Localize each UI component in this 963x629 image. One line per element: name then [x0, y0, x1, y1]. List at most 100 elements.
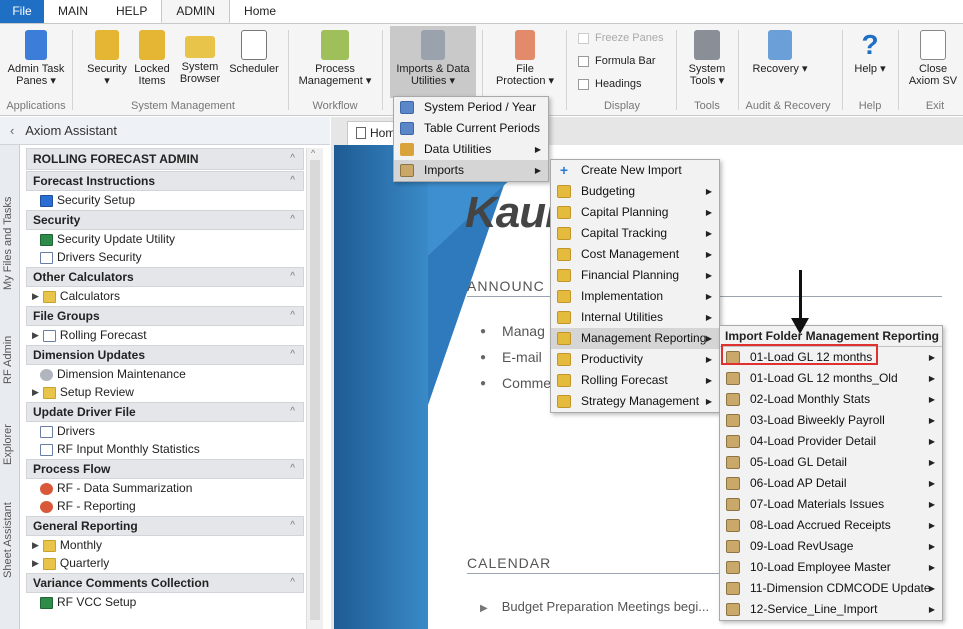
collapse-icon[interactable]: ^	[290, 172, 295, 190]
scheduler-button[interactable]: Scheduler	[226, 30, 282, 75]
tab-main[interactable]: MAIN	[44, 0, 102, 23]
collapse-icon[interactable]: ^	[290, 517, 295, 535]
menu-item-strategy-management[interactable]: Strategy Management ▶	[551, 391, 719, 412]
admin-task-panes-button[interactable]: Admin Task Panes ▾	[4, 30, 68, 87]
section-security[interactable]: Security ^	[26, 210, 304, 230]
expand-triangle-icon[interactable]: ▶	[32, 288, 39, 305]
scrollbar-thumb[interactable]	[310, 160, 320, 620]
security-button[interactable]: Security ▾	[84, 30, 130, 87]
menu-item-system-period[interactable]: System Period / Year	[394, 97, 548, 118]
collapse-icon[interactable]: ^	[290, 460, 295, 478]
collapse-icon[interactable]: ^	[290, 403, 295, 421]
collapse-icon[interactable]: ^	[290, 346, 295, 364]
tree-item-security-setup[interactable]: Security Setup	[26, 192, 304, 209]
grid-icon	[40, 443, 53, 456]
collapse-icon[interactable]: ^	[290, 268, 295, 286]
file-protection-button[interactable]: File Protection ▾	[492, 30, 558, 87]
menu-item-import[interactable]: 07-Load Materials Issues ▶	[720, 494, 942, 515]
calendar-item: Budget Preparation Meetings begi...	[480, 599, 709, 614]
expand-triangle-icon[interactable]: ▶	[32, 384, 39, 401]
tree-item-drivers[interactable]: Drivers	[26, 423, 304, 440]
expand-triangle-icon[interactable]: ▶	[32, 327, 39, 344]
assistant-scrollbar[interactable]: ^	[306, 148, 323, 629]
recovery-button[interactable]: Recovery ▾	[744, 30, 816, 75]
scroll-up-icon[interactable]: ^	[311, 148, 315, 158]
process-management-button[interactable]: Process Management ▾	[296, 30, 374, 87]
locked-items-button[interactable]: Locked Items	[132, 30, 172, 87]
section-process-flow[interactable]: Process Flow ^	[26, 459, 304, 479]
tree-item-monthly[interactable]: ▶ Monthly	[26, 537, 304, 554]
menu-item-import[interactable]: 02-Load Monthly Stats ▶	[720, 389, 942, 410]
menu-item-cost-management[interactable]: Cost Management ▶	[551, 244, 719, 265]
side-tab-rf-admin[interactable]: RF Admin	[2, 325, 18, 395]
section-general-reporting[interactable]: General Reporting ^	[26, 516, 304, 536]
headings-checkbox[interactable]: Headings	[578, 78, 641, 90]
tree-item-rf-data-summarization[interactable]: RF - Data Summarization	[26, 480, 304, 497]
collapse-icon[interactable]: ^	[290, 574, 295, 592]
divider	[288, 30, 289, 110]
menu-item-import[interactable]: 10-Load Employee Master ▶	[720, 557, 942, 578]
menu-item-implementation[interactable]: Implementation ▶	[551, 286, 719, 307]
menu-item-import[interactable]: 09-Load RevUsage ▶	[720, 536, 942, 557]
tree-item-drivers-security[interactable]: Drivers Security	[26, 249, 304, 266]
tab-home[interactable]: Home	[230, 0, 290, 23]
tab-file[interactable]: File	[0, 0, 44, 23]
tree-item-rolling-forecast[interactable]: ▶ Rolling Forecast	[26, 327, 304, 344]
menu-item-data-utilities[interactable]: Data Utilities ▶	[394, 139, 548, 160]
side-tab-sheet-assistant[interactable]: Sheet Assistant	[2, 490, 18, 590]
expand-triangle-icon[interactable]: ▶	[32, 537, 39, 554]
section-rolling-forecast-admin[interactable]: ROLLING FORECAST ADMIN ^	[26, 148, 304, 170]
menu-item-productivity[interactable]: Productivity ▶	[551, 349, 719, 370]
close-axiom-button[interactable]: Close Axiom SV	[904, 30, 962, 87]
system-browser-button[interactable]: System Browser	[176, 30, 224, 85]
menu-item-management-reporting[interactable]: Management Reporting ▶	[551, 328, 719, 349]
menu-item-import[interactable]: 11-Dimension CDMCODE Update ▶	[720, 578, 942, 599]
side-tab-explorer[interactable]: Explorer	[2, 415, 18, 475]
collapse-chevron-icon[interactable]: ‹	[10, 123, 14, 138]
menu-item-import[interactable]: 01-Load GL 12 months_Old ▶	[720, 368, 942, 389]
freeze-panes-checkbox[interactable]: Freeze Panes	[578, 32, 663, 44]
menu-item-financial-planning[interactable]: Financial Planning ▶	[551, 265, 719, 286]
menu-item-capital-planning[interactable]: Capital Planning ▶	[551, 202, 719, 223]
section-dimension-updates[interactable]: Dimension Updates ^	[26, 345, 304, 365]
tree-item-dimension-maintenance[interactable]: Dimension Maintenance	[26, 366, 304, 383]
menu-item-rolling-forecast[interactable]: Rolling Forecast ▶	[551, 370, 719, 391]
menu-item-table-current-periods[interactable]: Table Current Periods	[394, 118, 548, 139]
menu-item-budgeting[interactable]: Budgeting ▶	[551, 181, 719, 202]
formula-bar-checkbox[interactable]: Formula Bar	[578, 55, 656, 67]
menu-item-import[interactable]: 03-Load Biweekly Payroll ▶	[720, 410, 942, 431]
tree-item-rf-reporting[interactable]: RF - Reporting	[26, 498, 304, 515]
expand-triangle-icon[interactable]: ▶	[32, 555, 39, 572]
tree-item-security-update-utility[interactable]: Security Update Utility	[26, 231, 304, 248]
submenu-arrow-icon: ▶	[928, 605, 935, 614]
menu-item-import[interactable]: 06-Load AP Detail ▶	[720, 473, 942, 494]
collapse-icon[interactable]: ^	[290, 149, 295, 169]
collapse-icon[interactable]: ^	[290, 211, 295, 229]
menu-item-import[interactable]: 04-Load Provider Detail ▶	[720, 431, 942, 452]
section-update-driver-file[interactable]: Update Driver File ^	[26, 402, 304, 422]
question-mark-icon: ?	[861, 29, 879, 60]
menu-item-import[interactable]: 05-Load GL Detail ▶	[720, 452, 942, 473]
section-file-groups[interactable]: File Groups ^	[26, 306, 304, 326]
tree-item-calculators[interactable]: ▶ Calculators	[26, 288, 304, 305]
section-other-calculators[interactable]: Other Calculators ^	[26, 267, 304, 287]
menu-item-import[interactable]: 12-Service_Line_Import ▶	[720, 599, 942, 620]
collapse-icon[interactable]: ^	[290, 307, 295, 325]
menu-item-internal-utilities[interactable]: Internal Utilities ▶	[551, 307, 719, 328]
tab-help[interactable]: HELP	[102, 0, 161, 23]
menu-item-import[interactable]: 08-Load Accrued Receipts ▶	[720, 515, 942, 536]
help-button[interactable]: ? Help ▾	[852, 29, 888, 76]
menu-item-capital-tracking[interactable]: Capital Tracking ▶	[551, 223, 719, 244]
tab-admin[interactable]: ADMIN	[161, 0, 231, 23]
menu-item-create-new-import[interactable]: + Create New Import	[551, 160, 719, 181]
system-tools-button[interactable]: System Tools ▾	[684, 30, 730, 87]
section-variance-comments[interactable]: Variance Comments Collection ^	[26, 573, 304, 593]
menu-item-imports[interactable]: Imports ▶	[394, 160, 548, 181]
tree-item-setup-review[interactable]: ▶ Setup Review	[26, 384, 304, 401]
section-forecast-instructions[interactable]: Forecast Instructions ^	[26, 171, 304, 191]
side-tab-my-files[interactable]: My Files and Tasks	[2, 183, 18, 303]
tree-item-rf-input-monthly[interactable]: RF Input Monthly Statistics	[26, 441, 304, 458]
tree-item-quarterly[interactable]: ▶ Quarterly	[26, 555, 304, 572]
imports-data-utilities-button[interactable]: Imports & Data Utilities ▾	[390, 26, 476, 98]
tree-item-rf-vcc-setup[interactable]: RF VCC Setup	[26, 594, 304, 611]
